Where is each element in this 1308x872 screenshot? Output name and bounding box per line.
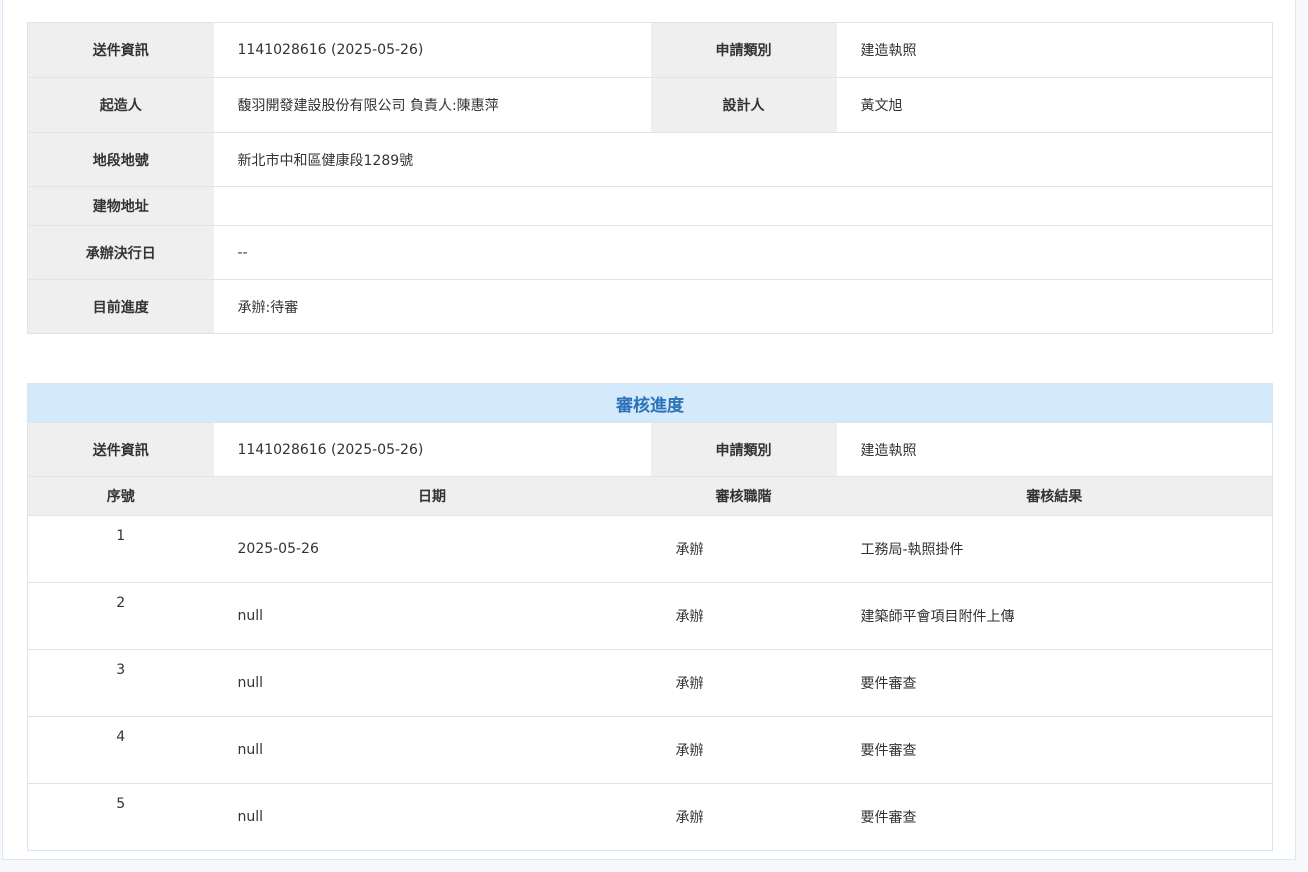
role-cell: 承辦 — [650, 649, 837, 717]
table-row: 2 null 承辦 建築師平會項目附件上傳 — [27, 582, 1273, 650]
info-value: -- — [213, 225, 1273, 280]
date-cell: null — [213, 649, 651, 717]
type-value: 建造執照 — [836, 422, 1273, 477]
seq-cell: 4 — [27, 716, 214, 784]
info-value: 建造執照 — [836, 22, 1273, 78]
info-label: 設計人 — [650, 77, 837, 133]
review-title: 審核進度 — [27, 383, 1273, 423]
info-row-builder: 起造人 馥羽開發建設股份有限公司 負責人:陳惠萍 設計人 黃文旭 — [27, 77, 1273, 133]
date-cell: null — [213, 582, 651, 650]
seq-cell: 5 — [27, 783, 214, 851]
column-header-seq: 序號 — [27, 476, 214, 516]
submission-value: 1141028616 (2025-05-26) — [213, 422, 651, 477]
date-cell: 2025-05-26 — [213, 515, 651, 583]
column-header-date: 日期 — [213, 476, 651, 516]
info-value — [213, 186, 1273, 226]
info-value: 1141028616 (2025-05-26) — [213, 22, 651, 78]
date-cell: null — [213, 783, 651, 851]
role-cell: 承辦 — [650, 716, 837, 784]
column-header-result: 審核結果 — [836, 476, 1273, 516]
info-label: 建物地址 — [27, 186, 214, 226]
info-value: 馥羽開發建設股份有限公司 負責人:陳惠萍 — [213, 77, 651, 133]
seq-cell: 1 — [27, 515, 214, 583]
submission-label: 送件資訊 — [27, 422, 214, 477]
result-cell: 要件審查 — [836, 783, 1273, 851]
result-cell: 工務局-執照掛件 — [836, 515, 1273, 583]
table-row: 3 null 承辦 要件審查 — [27, 649, 1273, 717]
info-row-address: 建物地址 — [27, 186, 1273, 226]
seq-cell: 3 — [27, 649, 214, 717]
review-progress-table: 審核進度 送件資訊 1141028616 (2025-05-26) 申請類別 建… — [27, 383, 1273, 851]
info-label: 起造人 — [27, 77, 214, 133]
info-label: 地段地號 — [27, 132, 214, 187]
info-value: 承辦:待審 — [213, 279, 1273, 334]
role-cell: 承辦 — [650, 515, 837, 583]
info-row-decision-date: 承辦決行日 -- — [27, 225, 1273, 280]
info-value: 黃文旭 — [836, 77, 1273, 133]
table-row: 4 null 承辦 要件審查 — [27, 716, 1273, 784]
info-row-progress: 目前進度 承辦:待審 — [27, 279, 1273, 334]
info-label: 送件資訊 — [27, 22, 214, 78]
info-label: 申請類別 — [650, 22, 837, 78]
review-header-row: 序號 日期 審核職階 審核結果 — [27, 476, 1273, 516]
info-value: 新北市中和區健康段1289號 — [213, 132, 1273, 187]
table-row: 5 null 承辦 要件審查 — [27, 783, 1273, 851]
role-cell: 承辦 — [650, 783, 837, 851]
info-row-lot: 地段地號 新北市中和區健康段1289號 — [27, 132, 1273, 187]
info-label: 目前進度 — [27, 279, 214, 334]
review-submission-row: 送件資訊 1141028616 (2025-05-26) 申請類別 建造執照 — [27, 422, 1273, 477]
info-label: 承辦決行日 — [27, 225, 214, 280]
result-cell: 要件審查 — [836, 716, 1273, 784]
date-cell: null — [213, 716, 651, 784]
seq-cell: 2 — [27, 582, 214, 650]
role-cell: 承辦 — [650, 582, 837, 650]
column-header-role: 審核職階 — [650, 476, 837, 516]
info-row-submission: 送件資訊 1141028616 (2025-05-26) 申請類別 建造執照 — [27, 22, 1273, 78]
result-cell: 要件審查 — [836, 649, 1273, 717]
table-row: 1 2025-05-26 承辦 工務局-執照掛件 — [27, 515, 1273, 583]
result-cell: 建築師平會項目附件上傳 — [836, 582, 1273, 650]
permit-info-table: 送件資訊 1141028616 (2025-05-26) 申請類別 建造執照 起… — [27, 22, 1273, 334]
type-label: 申請類別 — [650, 422, 837, 477]
